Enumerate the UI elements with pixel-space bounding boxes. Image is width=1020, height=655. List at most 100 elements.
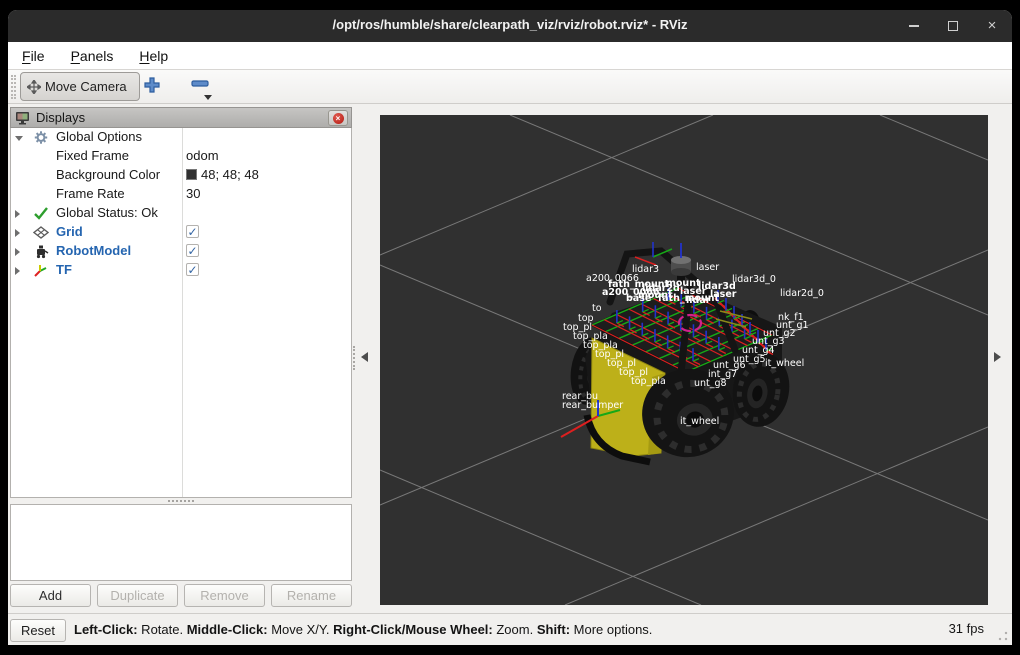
move-camera-label: Move Camera (45, 79, 127, 94)
remove-button[interactable]: Remove (184, 584, 265, 607)
color-swatch (186, 169, 197, 180)
menu-panels[interactable]: Panels (71, 48, 114, 64)
tree-row-tf[interactable]: TF ✓ (11, 261, 351, 280)
menu-file[interactable]: File (22, 48, 45, 64)
toolbar-grip[interactable] (11, 75, 16, 99)
tf-frame-label: rear_bumper (562, 400, 623, 411)
rename-button[interactable]: Rename (271, 584, 352, 607)
tree-row-label: Background Color (56, 167, 161, 182)
tf-frame-label: unt_g8 (694, 378, 727, 389)
tree-row-label: Frame Rate (56, 186, 125, 201)
check-icon (33, 206, 49, 221)
gear-icon (33, 130, 49, 145)
expand-arrow-icon[interactable] (15, 267, 20, 275)
tf-frame-label: lidar (686, 295, 711, 306)
tree-row-label: TF (56, 262, 72, 277)
tree-row-value[interactable]: ✓ (186, 243, 199, 257)
displays-icon (16, 111, 29, 124)
tree-row-value[interactable]: ✓ (186, 224, 199, 238)
reset-button[interactable]: Reset (10, 619, 66, 642)
panel-close-button[interactable]: × (328, 110, 348, 126)
fps-counter: 31 fps (948, 621, 984, 636)
tree-row-background-color[interactable]: Background Color 48; 48; 48 (11, 166, 351, 185)
tree-row-global-status-ok[interactable]: Global Status: Ok (11, 204, 351, 223)
title-bar[interactable]: /opt/ros/humble/share/clearpath_viz/rviz… (8, 10, 1012, 42)
remove-tool-dropdown-icon[interactable] (204, 95, 212, 100)
hint-action: Move X/Y. (267, 622, 334, 637)
tree-row-label: Global Status: Ok (56, 205, 158, 220)
minimize-button[interactable] (906, 18, 922, 34)
enabled-checkbox[interactable]: ✓ (186, 244, 199, 257)
hint-action: Rotate. (137, 622, 187, 637)
left-splitter-grip[interactable] (353, 346, 355, 370)
hint-key: Middle-Click: (186, 622, 268, 637)
tree-row-robotmodel[interactable]: RobotModel ✓ (11, 242, 351, 261)
close-icon: × (987, 17, 997, 34)
displays-panel-header[interactable]: Displays × (10, 107, 352, 128)
menu-help[interactable]: Help (139, 48, 168, 64)
add-button[interactable]: Add (10, 584, 91, 607)
window-title: /opt/ros/humble/share/clearpath_viz/rviz… (332, 17, 688, 32)
tree-row-frame-rate[interactable]: Frame Rate 30 (11, 185, 351, 204)
hint-action: Zoom. (492, 622, 537, 637)
hint-key: Right-Click/Mouse Wheel: (333, 622, 493, 637)
tree-row-label: Fixed Frame (56, 148, 129, 163)
expand-arrow-icon[interactable] (15, 229, 20, 237)
tf-frame-label: it_wheel (765, 358, 804, 369)
tf-icon (33, 263, 49, 278)
render-viewport[interactable]: fath_mount a200_0066 lidar2d mount laser lida… (380, 115, 988, 605)
rviz-window: /opt/ros/humble/share/clearpath_viz/rviz… (8, 10, 1012, 645)
minimize-icon (909, 25, 919, 27)
tf-frame-label: laser (696, 262, 719, 273)
tf-frame-label: it_wheel (680, 416, 719, 427)
window-controls: × (906, 10, 1000, 42)
enabled-checkbox[interactable]: ✓ (186, 263, 199, 276)
tf-icon (34, 265, 47, 277)
move-camera-tool[interactable]: Move Camera (20, 72, 140, 101)
displays-tree: Global Options Fixed Frame odom Background … (10, 128, 352, 498)
panel-splitter[interactable] (10, 498, 352, 504)
add-tool-icon[interactable] (143, 76, 161, 94)
gear-icon (34, 131, 48, 144)
robot-icon (33, 244, 49, 259)
status-bar: Reset Left-Click: Rotate. Middle-Click: … (8, 613, 1012, 645)
collapse-left-arrow-icon[interactable] (361, 352, 368, 362)
duplicate-button[interactable]: Duplicate (97, 584, 178, 607)
tree-row-fixed-frame[interactable]: Fixed Frame odom (11, 147, 351, 166)
property-value: 48; 48; 48 (201, 167, 259, 182)
tree-row-label: Grid (56, 224, 83, 239)
close-button[interactable]: × (984, 18, 1000, 34)
collapse-arrow-icon[interactable] (15, 134, 23, 141)
expand-arrow-icon[interactable] (15, 210, 20, 218)
tree-row-value[interactable]: odom (186, 148, 219, 163)
maximize-button[interactable] (945, 18, 961, 34)
grid-icon (32, 225, 50, 240)
check-icon (34, 207, 48, 220)
tree-row-value[interactable]: 30 (186, 186, 200, 201)
tf-frame-label: a200_0066 (586, 273, 639, 284)
hint-key: Shift: (536, 622, 571, 637)
expand-arrow-icon[interactable] (15, 248, 20, 256)
resize-grip-icon[interactable] (998, 631, 1008, 641)
tree-row-label: Global Options (56, 129, 142, 144)
panel-buttons: Add Duplicate Remove Rename (10, 584, 352, 607)
tf-frame-label: top_pla (631, 376, 666, 387)
tree-row-label: RobotModel (56, 243, 132, 258)
enabled-checkbox[interactable]: ✓ (186, 225, 199, 238)
menu-bar: File Panels Help (8, 42, 1012, 70)
maximize-icon (948, 21, 958, 31)
tree-row-value[interactable]: ✓ (186, 262, 199, 276)
property-value: 30 (186, 186, 201, 201)
collapse-right-arrow-icon[interactable] (994, 352, 1001, 362)
displays-panel-title: Displays (36, 110, 86, 125)
tree-row-grid[interactable]: Grid ✓ (11, 223, 351, 242)
remove-tool-icon[interactable] (190, 76, 210, 90)
move-camera-icon (27, 79, 41, 94)
panel-close-icon: × (332, 112, 344, 124)
toolbar: Move Camera (8, 70, 1012, 104)
tree-row-global-options[interactable]: Global Options (11, 128, 351, 147)
hint-action: More options. (570, 622, 653, 637)
grid-icon (32, 226, 50, 239)
tree-row-value[interactable]: 48; 48; 48 (186, 167, 259, 182)
robot-icon (36, 245, 49, 259)
